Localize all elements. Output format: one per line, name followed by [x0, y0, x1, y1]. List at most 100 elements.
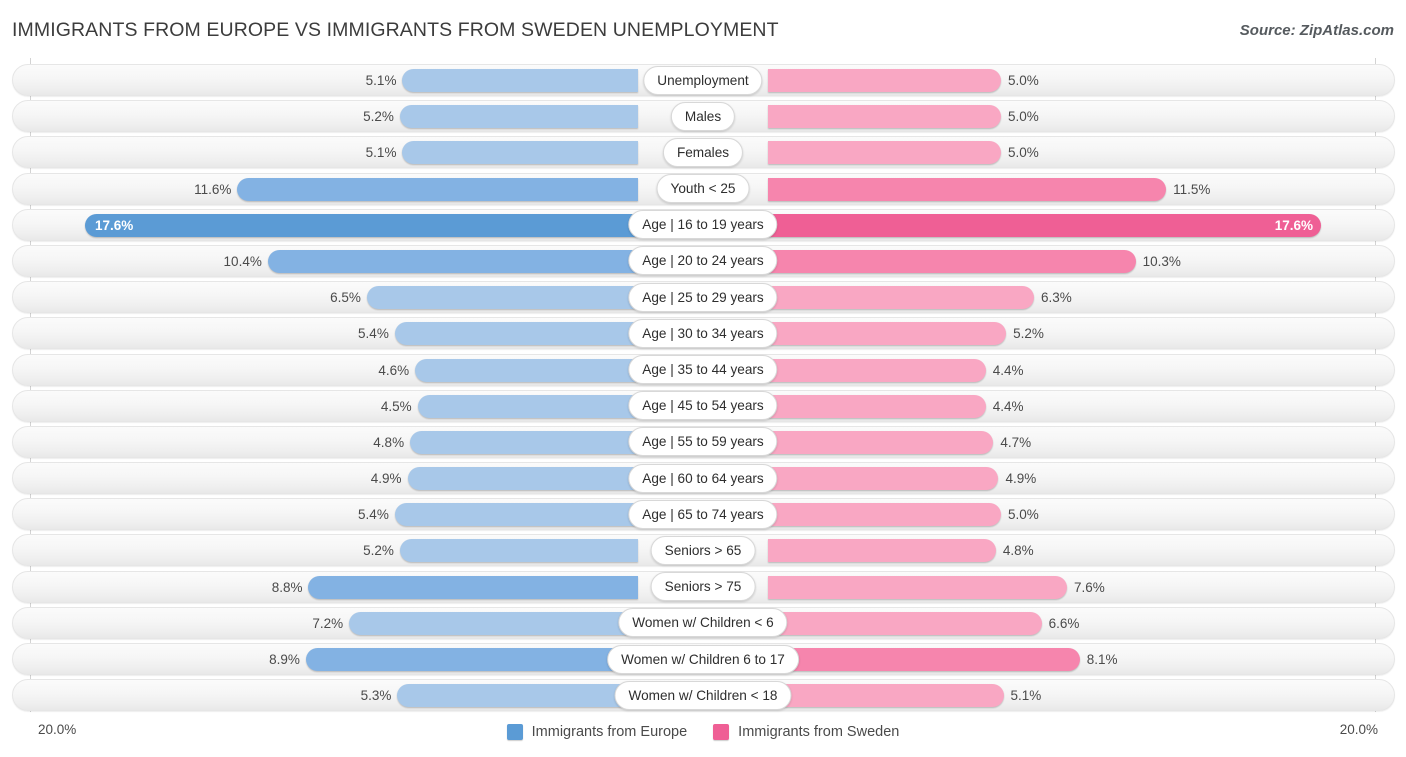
- category-label: Age | 60 to 64 years: [628, 463, 778, 493]
- category-label: Age | 55 to 59 years: [628, 427, 778, 457]
- bar-sweden: [768, 503, 1001, 527]
- legend-label: Immigrants from Europe: [531, 724, 688, 740]
- legend-item[interactable]: Immigrants from Sweden: [713, 724, 899, 740]
- bar-row: 5.4% 5.2% Age | 30 to 34 years: [0, 315, 1406, 351]
- bar-row: 4.9% 4.9% Age | 60 to 64 years: [0, 460, 1406, 496]
- bar-sweden: [768, 213, 1322, 237]
- bar-sweden: [768, 430, 994, 454]
- value-label-sweden: 6.3%: [1041, 290, 1072, 306]
- value-label-europe: 5.1%: [365, 145, 397, 161]
- bar-europe: [417, 394, 638, 418]
- value-label-sweden: 17.6%: [1274, 217, 1314, 233]
- category-label: Unemployment: [643, 65, 763, 95]
- bar-europe: [415, 358, 638, 382]
- bar-sweden: [768, 177, 1167, 201]
- bar-row: 11.6% 11.5% Youth < 25: [0, 171, 1406, 207]
- bar-europe: [399, 105, 638, 129]
- bar-row: 4.6% 4.4% Age | 35 to 44 years: [0, 352, 1406, 388]
- bar-europe: [267, 249, 638, 273]
- value-label-sweden: 4.8%: [1002, 543, 1034, 559]
- category-label: Seniors > 75: [650, 572, 756, 602]
- value-label-sweden: 4.4%: [992, 362, 1024, 378]
- bar-sweden: [768, 249, 1136, 273]
- value-label-sweden: 11.5%: [1173, 181, 1211, 197]
- value-label-europe: 5.1%: [365, 73, 397, 88]
- value-label-europe: 10.4%: [223, 253, 262, 269]
- bar-row: 5.4% 5.0% Age | 65 to 74 years: [0, 496, 1406, 532]
- bar-sweden: [768, 611, 1042, 635]
- bar-row: 8.9% 8.1% Women w/ Children 6 to 17: [0, 641, 1406, 677]
- value-label-europe: 17.6%: [94, 217, 134, 233]
- bar-sweden: [768, 467, 999, 491]
- chart-plot-area: 5.1% 5.0% Unemployment 5.2% 5.0% Males 5.1% 5.0…: [0, 58, 1406, 718]
- bar-row: 6.5% 6.3% Age | 25 to 29 years: [0, 279, 1406, 315]
- value-label-sweden: 8.1%: [1086, 652, 1118, 667]
- bar-rows: 5.1% 5.0% Unemployment 5.2% 5.0% Males 5.1% 5.0…: [0, 62, 1406, 713]
- bar-sweden: [768, 322, 1007, 346]
- bar-sweden: [768, 358, 986, 382]
- legend-swatch-pink: [713, 724, 730, 740]
- category-label: Age | 25 to 29 years: [628, 282, 778, 312]
- category-label: Age | 45 to 54 years: [628, 391, 778, 421]
- value-label-sweden: 5.1%: [1010, 688, 1042, 704]
- bar-europe: [366, 286, 638, 310]
- bar-europe: [305, 648, 638, 671]
- value-label-europe: 5.2%: [363, 109, 394, 125]
- bar-europe: [349, 611, 638, 635]
- bar-sweden: [768, 394, 986, 418]
- value-label-europe: 8.9%: [269, 652, 300, 667]
- value-label-europe: 11.6%: [194, 181, 232, 197]
- category-label: Age | 65 to 74 years: [628, 499, 778, 529]
- value-label-sweden: 7.6%: [1074, 579, 1105, 595]
- bar-europe: [402, 69, 638, 92]
- category-label: Women w/ Children 6 to 17: [607, 644, 799, 674]
- legend-swatch-blue: [506, 724, 523, 740]
- value-label-sweden: 10.3%: [1142, 253, 1181, 269]
- bar-sweden: [768, 684, 1004, 708]
- bar-sweden: [768, 141, 1001, 165]
- value-label-sweden: 5.0%: [1008, 73, 1039, 88]
- value-label-sweden: 5.2%: [1013, 326, 1044, 342]
- bar-row: 5.2% 4.8% Seniors > 65: [0, 532, 1406, 568]
- legend-label: Immigrants from Sweden: [738, 724, 900, 740]
- bar-sweden: [768, 648, 1080, 671]
- bar-europe: [397, 684, 638, 708]
- bar-row: 10.4% 10.3% Age | 20 to 24 years: [0, 243, 1406, 279]
- bar-row: 7.2% 6.6% Women w/ Children < 6: [0, 605, 1406, 641]
- chart-footer: 20.0% 20.0% Immigrants from Europe Immigr…: [0, 716, 1406, 757]
- value-label-europe: 4.6%: [378, 362, 410, 378]
- value-label-europe: 4.9%: [370, 471, 402, 487]
- bar-sweden: [768, 575, 1068, 599]
- category-label: Age | 16 to 19 years: [628, 210, 778, 240]
- value-label-europe: 5.4%: [358, 326, 389, 342]
- value-label-sweden: 5.0%: [1008, 145, 1039, 161]
- bar-europe: [410, 430, 638, 454]
- category-label: Age | 20 to 24 years: [628, 246, 778, 276]
- category-label: Women w/ Children < 18: [614, 680, 792, 710]
- category-label: Youth < 25: [656, 174, 750, 204]
- value-label-sweden: 4.7%: [1000, 434, 1032, 450]
- bar-sweden: [768, 69, 1001, 92]
- bar-sweden: [768, 105, 1001, 129]
- bar-row: 8.8% 7.6% Seniors > 75: [0, 569, 1406, 605]
- category-label: Males: [670, 101, 736, 131]
- legend-item[interactable]: Immigrants from Europe: [506, 724, 688, 740]
- bar-europe: [394, 503, 638, 527]
- category-label: Seniors > 65: [650, 535, 756, 565]
- category-label: Females: [662, 137, 744, 167]
- bar-europe: [394, 322, 638, 346]
- chart-header: IMMIGRANTS FROM EUROPE VS IMMIGRANTS FRO…: [0, 0, 1406, 58]
- bar-europe: [407, 467, 638, 491]
- bar-europe: [237, 177, 638, 201]
- category-label: Age | 35 to 44 years: [628, 355, 778, 384]
- value-label-sweden: 4.4%: [992, 398, 1024, 414]
- bar-sweden: [768, 286, 1035, 310]
- value-label-europe: 7.2%: [312, 615, 344, 631]
- value-label-europe: 4.5%: [380, 398, 412, 414]
- value-label-europe: 5.2%: [363, 543, 394, 559]
- value-label-europe: 5.3%: [360, 688, 392, 704]
- bar-row: 5.3% 5.1% Women w/ Children < 18: [0, 677, 1406, 713]
- value-label-europe: 8.8%: [271, 579, 303, 595]
- source-label: Source: ZipAtlas.com: [1239, 22, 1394, 39]
- value-label-europe: 5.4%: [358, 507, 389, 523]
